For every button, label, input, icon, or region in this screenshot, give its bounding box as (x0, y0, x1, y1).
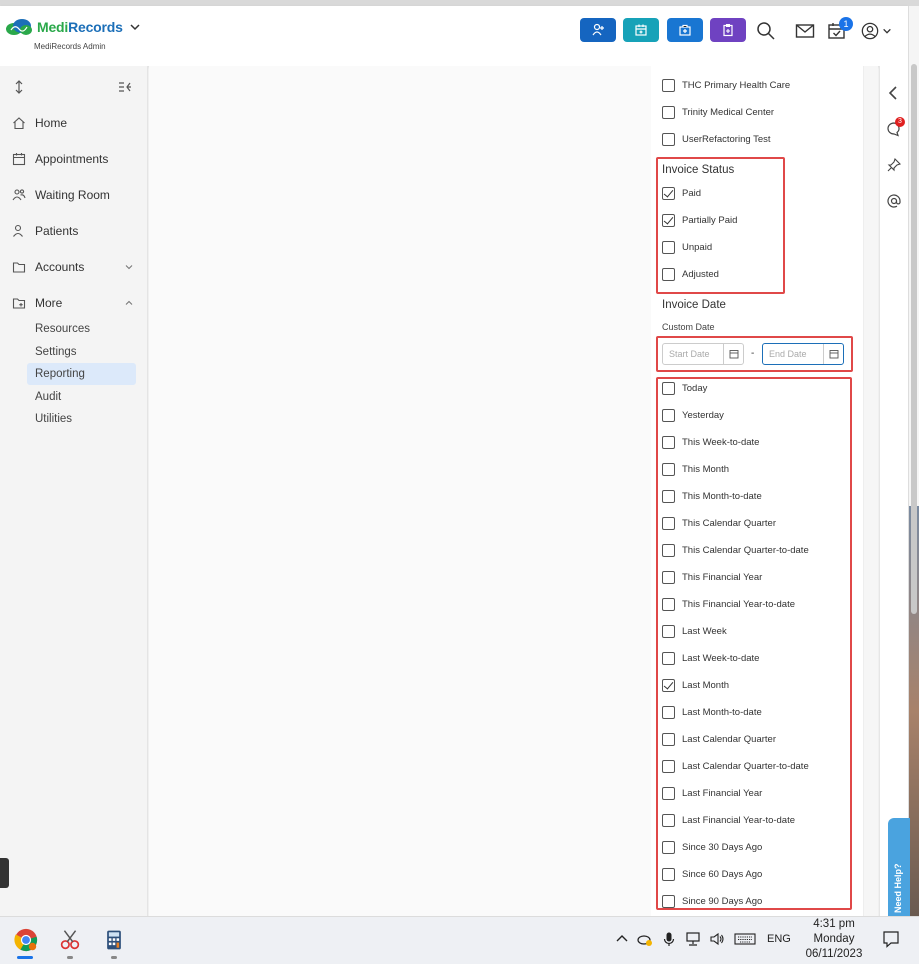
chevron-up-icon (125, 300, 133, 305)
highlight-date-ranges (656, 377, 852, 910)
side-handle[interactable] (0, 858, 9, 888)
user-menu[interactable] (858, 20, 894, 42)
location-option[interactable]: UserRefactoring Test (662, 132, 771, 146)
add-encounter-button[interactable] (667, 18, 703, 42)
chrome-app-icon[interactable] (12, 926, 40, 954)
cloud-logo-icon (6, 19, 32, 35)
volume-icon[interactable] (709, 931, 725, 947)
user-plus-icon (592, 23, 604, 36)
calendar-icon (12, 153, 26, 166)
chevron-down-icon[interactable] (129, 21, 141, 33)
keyboard-icon[interactable] (734, 931, 756, 947)
nav-label: Patients (35, 224, 79, 238)
app-logo[interactable]: MediRecords (5, 18, 141, 36)
nav-label: Home (35, 116, 68, 130)
nav-sub-audit[interactable]: Audit (27, 386, 136, 408)
onedrive-warning-icon[interactable] (637, 931, 653, 947)
location-label: Trinity Medical Center (682, 106, 775, 118)
chevron-down-icon (882, 28, 891, 34)
chevron-up-icon[interactable] (614, 931, 630, 947)
checkbox[interactable] (662, 78, 675, 92)
nav-waiting-room[interactable]: Waiting Room (12, 188, 134, 202)
checkbox[interactable] (662, 105, 675, 119)
add-patient-button[interactable] (580, 18, 616, 42)
location-label: THC Primary Health Care (682, 79, 791, 91)
nav-patients[interactable]: Patients (12, 224, 134, 238)
add-appointment-button[interactable] (623, 18, 659, 42)
mail-icon[interactable] (794, 20, 816, 42)
invoice-date-title: Invoice Date (662, 299, 726, 311)
main-content (149, 66, 651, 916)
network-icon[interactable] (685, 931, 701, 947)
notifications-icon[interactable] (882, 930, 900, 948)
need-help-button[interactable]: Need Help? (888, 818, 910, 916)
location-option[interactable]: Trinity Medical Center (662, 105, 774, 119)
pin-icon[interactable] (886, 157, 902, 173)
user-icon (13, 224, 23, 237)
nav-sub-resources[interactable]: Resources (27, 318, 136, 340)
chat-badge: 3 (895, 117, 905, 127)
nav-home[interactable]: Home (12, 116, 134, 130)
at-sign-icon[interactable] (886, 193, 902, 209)
resize-vertical-icon[interactable] (13, 80, 25, 94)
active-app-indicator (17, 956, 33, 959)
location-label: UserRefactoring Test (682, 133, 771, 145)
nav-accounts[interactable]: Accounts (12, 260, 134, 274)
custom-date-label: Custom Date (662, 322, 715, 332)
medical-bag-icon (679, 24, 691, 36)
scrollbar-thumb[interactable] (911, 64, 917, 614)
collapse-sidebar-icon[interactable] (118, 80, 132, 94)
nav-label: More (35, 296, 63, 310)
people-icon (12, 189, 26, 201)
location-option[interactable]: THC Primary Health Care (662, 78, 790, 92)
home-icon (13, 117, 25, 130)
nav-appointments[interactable]: Appointments (12, 152, 134, 166)
system-clock[interactable]: 4:31 pm Monday 06/11/2023 (796, 917, 872, 962)
chevron-down-icon (125, 265, 133, 270)
nav-sub-settings[interactable]: Settings (27, 341, 136, 363)
snipping-tool-icon[interactable] (56, 926, 84, 954)
search-icon[interactable] (755, 20, 777, 42)
calculator-app-icon[interactable] (100, 926, 128, 954)
calendar-plus-icon (635, 24, 647, 36)
highlight-custom-date (656, 336, 853, 372)
folder-plus-icon (12, 298, 26, 309)
add-task-button[interactable] (710, 18, 746, 42)
app-indicator (67, 956, 73, 959)
clipboard-plus-icon (723, 23, 733, 37)
nav-label: Waiting Room (35, 188, 110, 202)
nav-more[interactable]: More (12, 296, 134, 310)
nav-label: Appointments (35, 152, 109, 166)
folder-icon (12, 262, 26, 273)
window-scrollbar[interactable] (908, 6, 919, 916)
chevron-left-icon[interactable] (886, 85, 902, 101)
nav-sub-reporting[interactable]: Reporting (27, 363, 136, 385)
nav-sub-utilities[interactable]: Utilities (27, 408, 136, 430)
panel-scrollbar[interactable] (863, 66, 878, 916)
app-subtitle: MediRecords Admin (34, 42, 106, 51)
nav-label: Accounts (35, 260, 85, 274)
brand-name: MediRecords (37, 19, 123, 35)
user-circle-icon (861, 22, 878, 40)
language-indicator[interactable]: ENG (767, 933, 791, 945)
microphone-icon[interactable] (661, 931, 677, 947)
highlight-invoice-status (656, 157, 785, 294)
checkbox[interactable] (662, 132, 675, 146)
app-indicator (111, 956, 117, 959)
notification-badge: 1 (839, 17, 853, 31)
